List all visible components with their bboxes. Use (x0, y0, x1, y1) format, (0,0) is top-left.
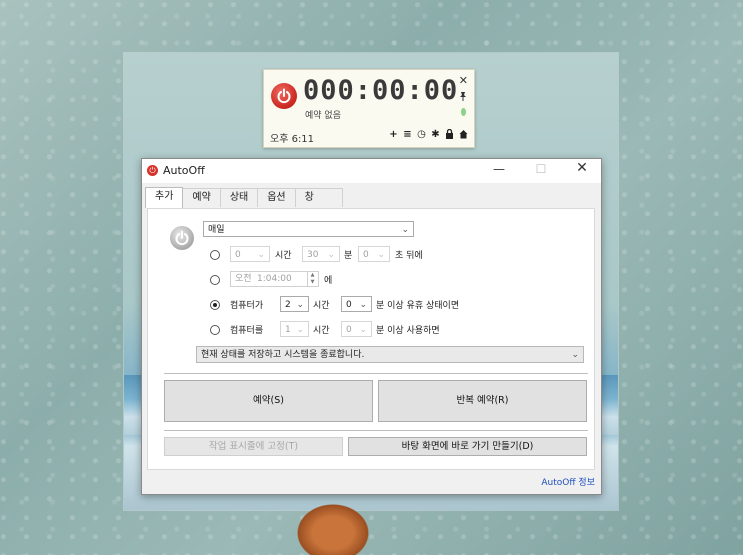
countdown-minutes-select[interactable]: 30 ⌄ (302, 246, 340, 262)
countdown-hours-value: 0 (235, 250, 241, 260)
option-idle-radio[interactable] (210, 300, 220, 310)
option-time-radio[interactable] (210, 275, 220, 285)
tab-window[interactable]: 창 (294, 188, 343, 207)
ampm-value: 오전 (235, 274, 252, 284)
minutes-label: 분 (344, 251, 353, 261)
usage-prefix: 컴퓨터를 (230, 326, 264, 336)
widget-toolbar: + ≡ ◷ ✱ (389, 128, 468, 142)
chevron-down-icon: ⌄ (401, 225, 409, 235)
divider (164, 430, 588, 432)
idle-prefix: 컴퓨터가 (230, 301, 264, 311)
chevron-down-icon: ⌄ (377, 250, 385, 260)
add-panel: 매일 ⌄ 0 ⌄ 시간 30 ⌄ 분 0 ⌄ 초 뒤에 오전 1:04:00 ▲ ▼ 에… (147, 208, 595, 470)
close-button[interactable]: ✕ (567, 160, 597, 176)
spin-arrows-icon[interactable]: ▲ ▼ (307, 272, 317, 286)
tab-bar: 추가 예약 상태 옵션 창 (145, 187, 343, 208)
action-select[interactable]: 현재 상태를 저장하고 시스템을 종료합니다. ⌄ (196, 346, 584, 363)
idle-minutes-select[interactable]: 0 ⌄ (341, 296, 372, 312)
current-time: 오후 6:11 (270, 134, 315, 145)
idle-suffix: 분 이상 유휴 상태이면 (376, 301, 460, 311)
hours-label: 시간 (313, 301, 330, 311)
idle-hours-select[interactable]: 2 ⌄ (280, 296, 309, 312)
home-icon[interactable] (459, 129, 468, 142)
hours-label: 시간 (313, 326, 330, 336)
countdown-display: 000:00:00 (303, 75, 459, 106)
usage-suffix: 분 이상 사용하면 (376, 326, 440, 336)
countdown-minutes-value: 30 (307, 250, 319, 260)
reservation-status: 예약 없음 (305, 111, 341, 121)
option-countdown-radio[interactable] (210, 250, 220, 260)
repeat-value: 매일 (208, 225, 225, 235)
gear-icon[interactable]: ✱ (431, 129, 440, 142)
usage-hours-value: 1 (285, 325, 291, 335)
chevron-down-icon: ⌄ (296, 325, 304, 335)
tab-status[interactable]: 상태 (219, 188, 259, 207)
pin-icon[interactable] (458, 91, 468, 104)
divider (164, 373, 588, 375)
countdown-seconds-select[interactable]: 0 ⌄ (358, 246, 390, 262)
tab-add[interactable]: 추가 (145, 187, 184, 208)
maximize-button[interactable]: ☐ (526, 162, 556, 176)
desktop-shortcut-button[interactable]: 바탕 화면에 바로 가기 만들기(D) (348, 437, 587, 456)
repeat-select[interactable]: 매일 ⌄ (203, 221, 414, 237)
option-usage-radio[interactable] (210, 325, 220, 335)
pin-taskbar-button[interactable]: 작업 표시줄에 고정(T) (164, 437, 343, 456)
wallpaper-starfish (292, 500, 374, 555)
action-value: 현재 상태를 저장하고 시스템을 종료합니다. (201, 350, 365, 360)
chevron-down-icon: ⌄ (257, 250, 265, 260)
tab-options[interactable]: 옵션 (257, 188, 296, 207)
usage-minutes-value: 0 (346, 325, 352, 335)
idle-hours-value: 2 (285, 300, 291, 310)
chevron-down-icon: ⌄ (571, 350, 579, 360)
close-icon[interactable]: ✕ (459, 74, 468, 87)
app-icon: ⏻ (147, 165, 158, 176)
tab-reservation[interactable]: 예약 (182, 188, 221, 207)
list-icon[interactable]: ≡ (403, 129, 412, 142)
timer-widget: 000:00:00 예약 없음 ✕ 오후 6:11 + ≡ ◷ ✱ (263, 69, 475, 148)
autooff-window: ⏻ AutoOff — ☐ ✕ 추가 예약 상태 옵션 창 매일 ⌄ 0 ⌄ 시간… (141, 158, 602, 495)
hours-label: 시간 (275, 251, 292, 261)
usage-minutes-select[interactable]: 0 ⌄ (341, 321, 372, 337)
chevron-down-icon: ⌄ (359, 300, 367, 310)
lock-icon[interactable] (445, 128, 454, 142)
clock-icon[interactable]: ◷ (417, 129, 426, 142)
countdown-hours-select[interactable]: 0 ⌄ (230, 246, 270, 262)
power-icon (170, 226, 194, 250)
time-picker[interactable]: 오전 1:04:00 ▲ ▼ (230, 271, 319, 287)
plus-icon[interactable]: + (389, 129, 398, 142)
title-bar[interactable]: ⏻ AutoOff — ☐ ✕ (142, 159, 601, 183)
minimize-button[interactable]: — (484, 162, 514, 176)
seconds-label: 초 뒤에 (395, 251, 423, 261)
about-link[interactable]: AutoOff 정보 (541, 475, 595, 488)
reserve-button[interactable]: 예약(S) (164, 380, 373, 422)
repeat-reserve-button[interactable]: 반복 예약(R) (378, 380, 587, 422)
power-icon[interactable] (271, 83, 297, 109)
window-title: AutoOff (163, 164, 205, 177)
chevron-down-icon: ⌄ (327, 250, 335, 260)
usage-hours-select[interactable]: 1 ⌄ (280, 321, 309, 337)
chevron-down-icon: ⌄ (296, 300, 304, 310)
drop-icon (461, 108, 466, 116)
time-value: 1:04:00 (257, 274, 292, 284)
countdown-seconds-value: 0 (363, 250, 369, 260)
idle-minutes-value: 0 (346, 300, 352, 310)
chevron-down-icon: ⌄ (359, 325, 367, 335)
time-suffix: 에 (324, 276, 333, 286)
